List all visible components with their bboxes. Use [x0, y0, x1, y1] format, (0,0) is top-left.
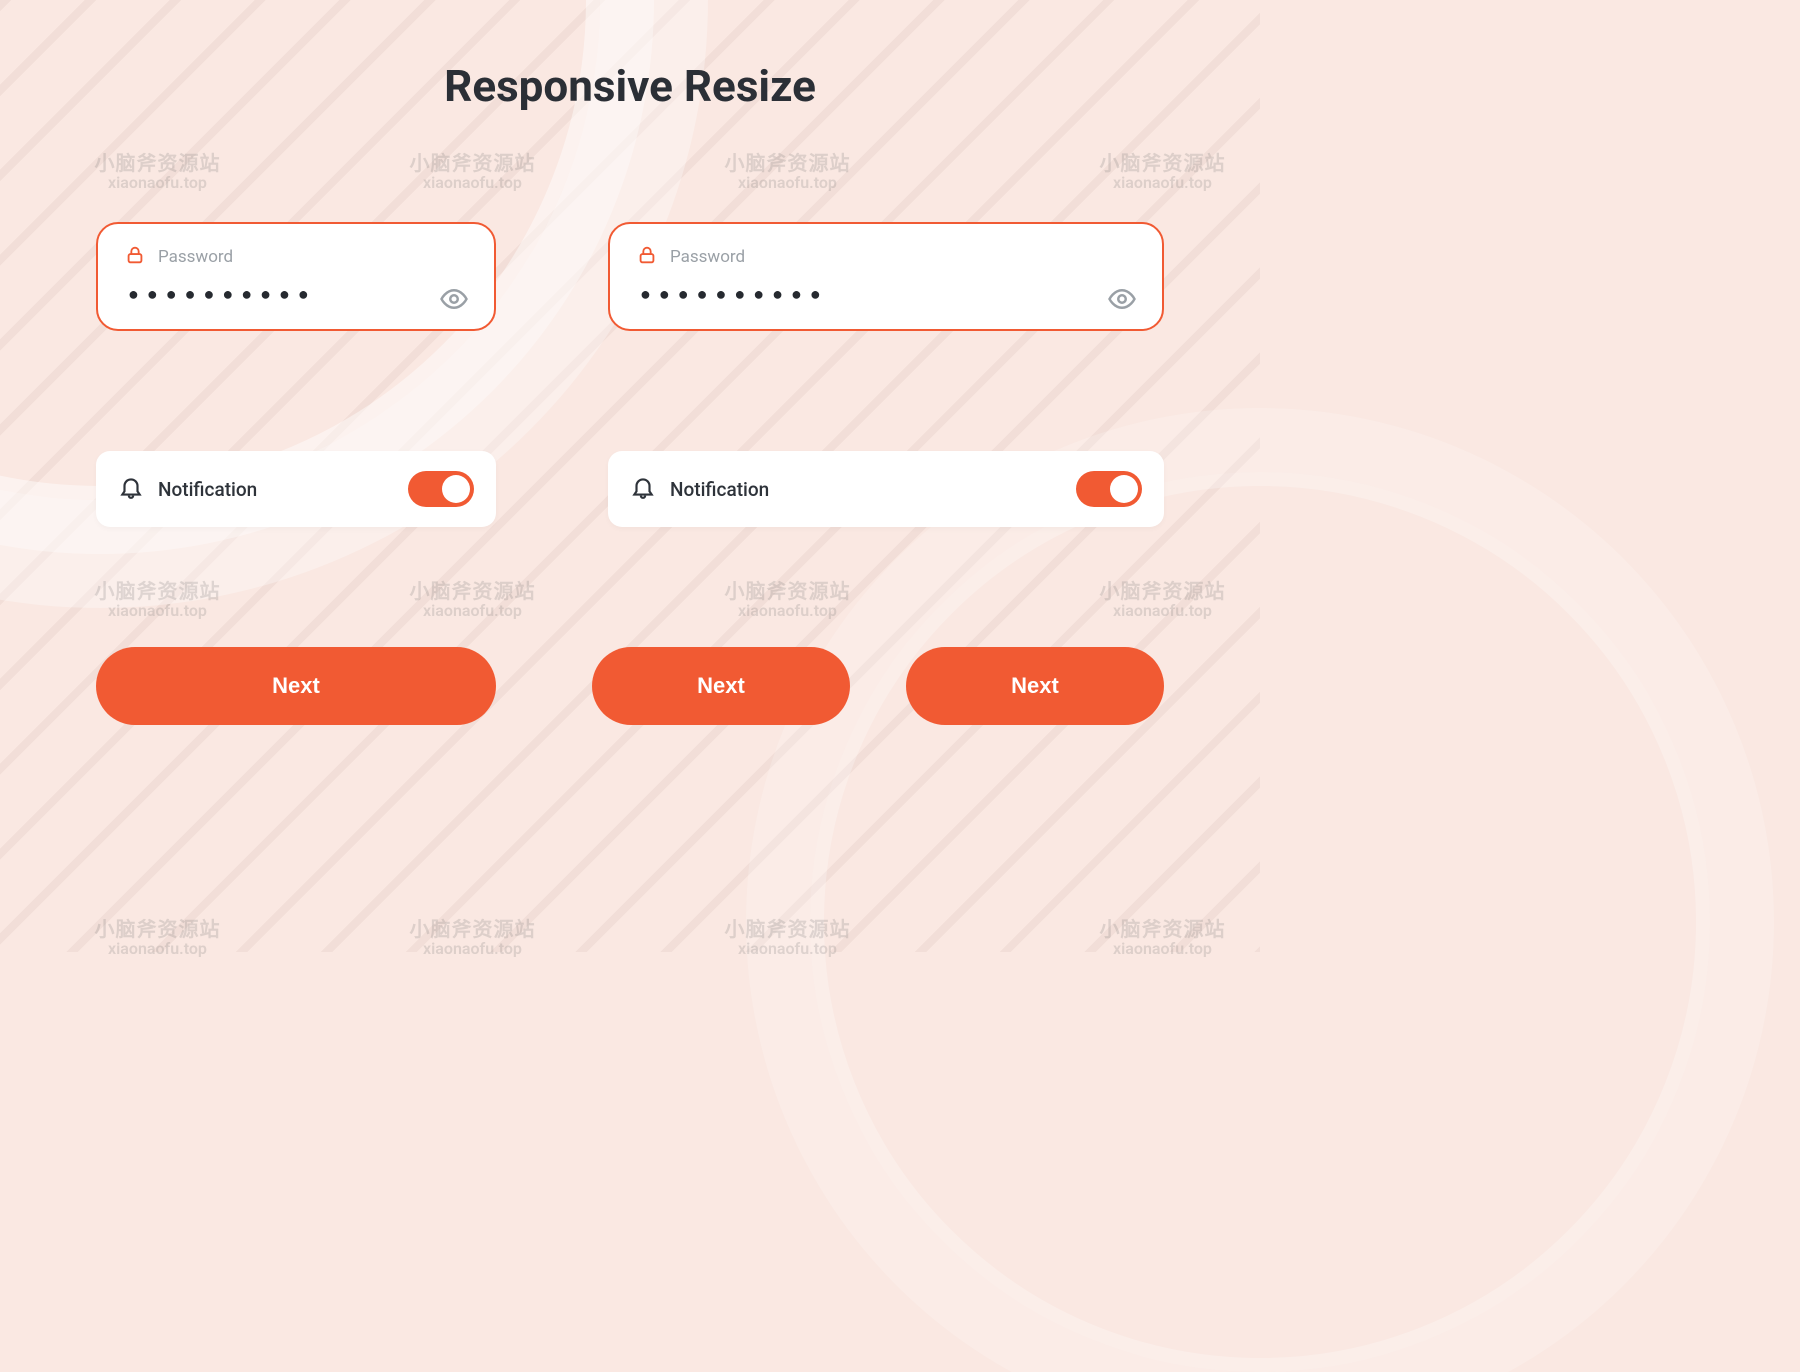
password-input-small[interactable]: Password ●●●●●●●●●●: [96, 222, 496, 331]
eye-icon[interactable]: [436, 281, 472, 317]
notification-toggle[interactable]: [408, 471, 474, 507]
password-value-masked: ●●●●●●●●●●: [636, 284, 1136, 305]
notification-label: Notification: [670, 478, 769, 501]
bell-icon: [630, 474, 656, 504]
next-button-small-2[interactable]: Next: [906, 647, 1164, 725]
lock-icon: [636, 244, 658, 270]
password-label: Password: [670, 247, 745, 267]
notification-toggle[interactable]: [1076, 471, 1142, 507]
eye-icon[interactable]: [1104, 281, 1140, 317]
bell-icon: [118, 474, 144, 504]
page-title: Responsive Resize: [96, 60, 1164, 112]
toggle-knob: [442, 475, 470, 503]
password-value-masked: ●●●●●●●●●●: [124, 284, 468, 305]
password-input-large[interactable]: Password ●●●●●●●●●●: [608, 222, 1164, 331]
notification-card-large: Notification: [608, 451, 1164, 527]
password-label: Password: [158, 247, 233, 267]
next-button-large[interactable]: Next: [96, 647, 496, 725]
watermark-row: 小脑斧资源站xiaonaofu.top 小脑斧资源站xiaonaofu.top …: [0, 918, 1260, 958]
lock-icon: [124, 244, 146, 270]
toggle-knob: [1110, 475, 1138, 503]
notification-label: Notification: [158, 478, 257, 501]
notification-card-small: Notification: [96, 451, 496, 527]
next-button-small-1[interactable]: Next: [592, 647, 850, 725]
